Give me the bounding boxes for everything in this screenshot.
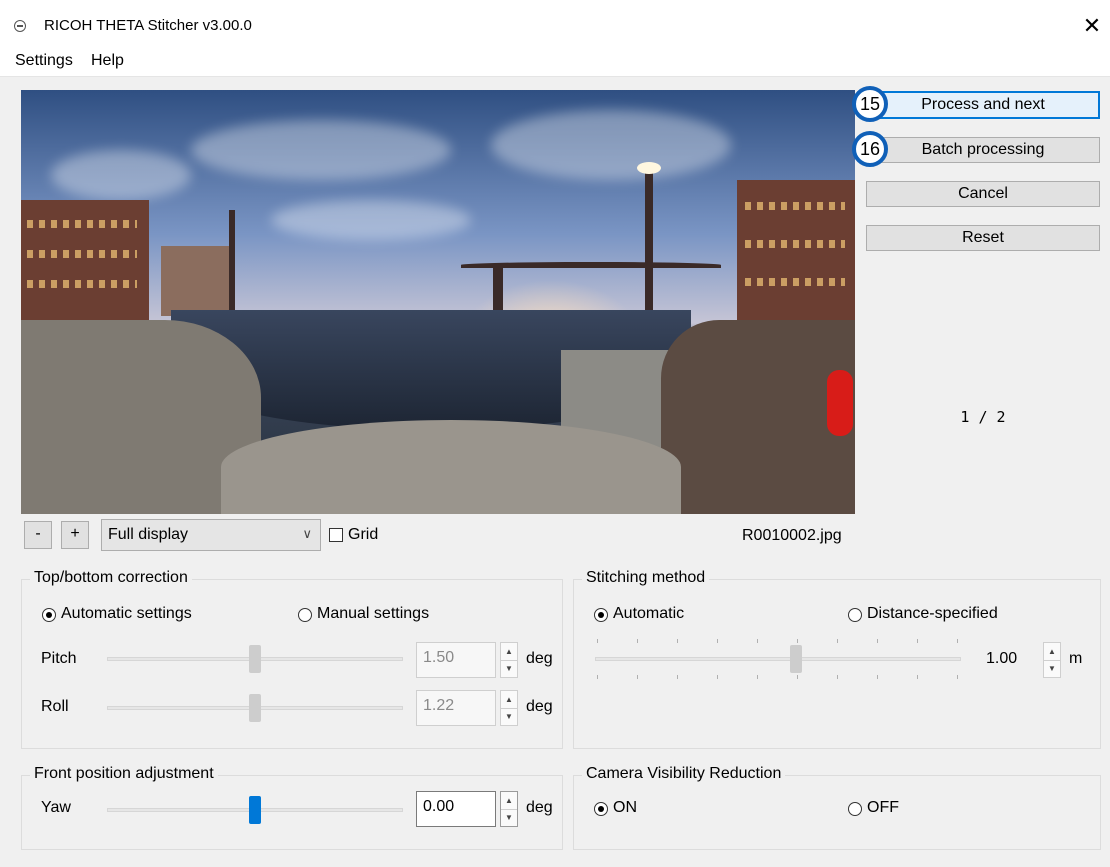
roll-unit: deg <box>526 698 553 715</box>
step-badge-16: 16 <box>852 131 888 167</box>
slider-tick <box>837 675 838 679</box>
slider-tick <box>877 639 878 643</box>
chevron-down-icon: ∨ <box>302 526 312 541</box>
slider-tick <box>597 639 598 643</box>
slider-tick <box>797 675 798 679</box>
yaw-unit: deg <box>526 799 553 816</box>
slider-tick <box>757 675 758 679</box>
slider-tick <box>957 639 958 643</box>
image-counter: 1 / 2 <box>960 408 1006 426</box>
close-icon[interactable]: ✕ <box>1080 10 1104 42</box>
spin-up-icon[interactable]: ▲ <box>501 792 517 810</box>
camera-visibility-off-radio[interactable] <box>848 802 862 816</box>
window-title: RICOH THETA Stitcher v3.00.0 <box>44 17 252 34</box>
panorama-preview[interactable] <box>21 90 855 514</box>
roll-slider-thumb[interactable] <box>249 694 261 722</box>
stitching-auto-radio[interactable] <box>594 608 608 622</box>
spin-up-icon: ▲ <box>1044 643 1060 661</box>
spin-up-icon[interactable]: ▲ <box>501 691 517 709</box>
distance-spinner: ▲ ▼ <box>1043 642 1061 678</box>
slider-tick <box>837 639 838 643</box>
distance-slider-thumb <box>790 645 803 673</box>
pitch-label: Pitch <box>41 650 77 667</box>
camera-visibility-off-label: OFF <box>867 799 899 816</box>
step-badge-15: 15 <box>852 86 888 122</box>
cancel-button[interactable]: Cancel <box>866 181 1100 207</box>
camera-visibility-title: Camera Visibility Reduction <box>582 765 786 783</box>
front-position-title: Front position adjustment <box>30 765 218 783</box>
slider-tick <box>757 639 758 643</box>
slider-tick <box>677 675 678 679</box>
spin-down-icon[interactable]: ▼ <box>501 660 517 677</box>
slider-tick <box>957 675 958 679</box>
slider-tick <box>717 639 718 643</box>
slider-tick <box>877 675 878 679</box>
stitching-auto-label: Automatic <box>613 605 685 622</box>
top-bottom-correction-title: Top/bottom correction <box>30 569 192 587</box>
batch-processing-button[interactable]: Batch processing <box>866 137 1100 163</box>
zoom-in-button[interactable]: + <box>61 521 89 549</box>
top-bottom-manual-label: Manual settings <box>317 605 430 622</box>
pitch-spinner[interactable]: ▲ ▼ <box>500 642 518 678</box>
camera-visibility-on-radio[interactable] <box>594 802 608 816</box>
filename-label: R0010002.jpg <box>742 527 842 544</box>
top-bottom-auto-radio[interactable] <box>42 608 56 622</box>
display-mode-select[interactable]: Full display ∨ <box>101 519 321 551</box>
pitch-unit: deg <box>526 650 553 667</box>
slider-tick <box>637 639 638 643</box>
grid-checkbox[interactable] <box>329 528 343 542</box>
yaw-slider-thumb[interactable] <box>249 796 261 824</box>
yaw-label: Yaw <box>41 799 71 816</box>
spin-down-icon: ▼ <box>1048 664 1056 673</box>
slider-tick <box>597 675 598 679</box>
display-mode-value: Full display <box>108 526 189 543</box>
menu-bar: Settings Help <box>0 52 1110 77</box>
slider-tick <box>917 675 918 679</box>
roll-value-field[interactable]: 1.22 <box>416 690 496 726</box>
camera-visibility-group <box>573 775 1101 850</box>
slider-tick <box>637 675 638 679</box>
slider-tick <box>677 639 678 643</box>
distance-slider-track <box>595 657 961 661</box>
stitching-distance-label: Distance-specified <box>867 605 998 622</box>
yaw-spinner[interactable]: ▲ ▼ <box>500 791 518 827</box>
stitching-method-title: Stitching method <box>582 569 710 587</box>
title-bar: RICOH THETA Stitcher v3.00.0 ✕ <box>0 0 1110 52</box>
app-circle-icon <box>14 20 26 32</box>
camera-visibility-on-label: ON <box>613 799 637 816</box>
roll-spinner[interactable]: ▲ ▼ <box>500 690 518 726</box>
distance-unit: m <box>1069 650 1083 667</box>
spin-down-icon[interactable]: ▼ <box>501 708 517 725</box>
slider-tick <box>797 639 798 643</box>
menu-help[interactable]: Help <box>91 52 124 76</box>
yaw-value-field[interactable]: 0.00 <box>416 791 496 827</box>
spin-down-icon[interactable]: ▼ <box>501 809 517 826</box>
top-bottom-manual-radio[interactable] <box>298 608 312 622</box>
spin-up-icon[interactable]: ▲ <box>501 643 517 661</box>
pitch-slider-thumb[interactable] <box>249 645 261 673</box>
roll-label: Roll <box>41 698 69 715</box>
distance-value: 1.00 <box>986 650 1018 667</box>
stitching-distance-radio[interactable] <box>848 608 862 622</box>
menu-settings[interactable]: Settings <box>15 52 73 76</box>
top-bottom-auto-label: Automatic settings <box>61 605 192 622</box>
zoom-out-button[interactable]: - <box>24 521 52 549</box>
pitch-value-field[interactable]: 1.50 <box>416 642 496 678</box>
reset-button[interactable]: Reset <box>866 225 1100 251</box>
grid-label: Grid <box>348 526 379 543</box>
slider-tick <box>717 675 718 679</box>
process-and-next-button[interactable]: Process and next <box>866 91 1100 119</box>
slider-tick <box>917 639 918 643</box>
